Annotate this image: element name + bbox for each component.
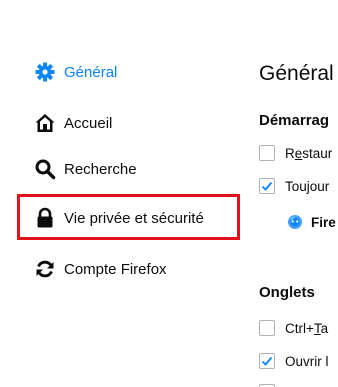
firefox-default-label: Fire — [311, 214, 336, 230]
restore-session-checkbox[interactable]: Restaur — [259, 143, 332, 163]
sidebar-item-label: Accueil — [64, 114, 113, 132]
checkbox-checked[interactable] — [259, 353, 275, 369]
sync-icon — [34, 258, 56, 280]
sidebar-item-label: Compte Firefox — [64, 260, 167, 278]
sidebar-item-general[interactable]: Général — [34, 60, 117, 84]
default-browser-label: Toujour — [285, 178, 330, 194]
gear-icon — [34, 61, 56, 83]
preferences-main: Général Démarrag Restaur Toujour Fire On… — [259, 0, 338, 387]
search-icon — [34, 158, 56, 180]
firefox-default-status: Fire — [287, 214, 336, 230]
sidebar-item-search[interactable]: Recherche — [34, 157, 137, 181]
ctrl-tab-checkbox[interactable]: Ctrl+Ta — [259, 318, 328, 338]
checkmark-icon — [261, 356, 273, 366]
default-browser-checkbox[interactable]: Toujour — [259, 176, 329, 196]
checkmark-icon — [261, 181, 273, 191]
open-links-label: Ouvrir l — [285, 353, 329, 369]
open-links-checkbox[interactable]: Ouvrir l — [259, 351, 329, 371]
checkbox[interactable] — [259, 145, 275, 161]
sidebar-item-label: Recherche — [64, 160, 137, 178]
startup-heading: Démarrag — [259, 112, 330, 129]
checkbox[interactable] — [259, 320, 275, 336]
sidebar-item-firefox-account[interactable]: Compte Firefox — [34, 257, 167, 281]
restore-session-label: Restaur — [285, 145, 333, 161]
home-icon — [34, 112, 56, 134]
preferences-page: Général Accueil Recherche Vie privée et … — [0, 0, 338, 387]
preferences-sidebar: Général Accueil Recherche Vie privée et … — [0, 0, 250, 387]
page-title: Général — [259, 62, 334, 85]
lock-icon — [34, 207, 56, 229]
sidebar-item-label: Vie privée et sécurité — [64, 209, 204, 227]
firefox-logo-icon — [287, 214, 303, 230]
checkbox-checked[interactable] — [259, 178, 275, 194]
sidebar-item-home[interactable]: Accueil — [34, 111, 112, 135]
sidebar-item-label: Général — [64, 63, 118, 81]
ctrl-tab-label: Ctrl+Ta — [285, 320, 329, 336]
tabs-heading: Onglets — [259, 284, 315, 301]
sidebar-item-privacy[interactable]: Vie privée et sécurité — [34, 206, 204, 230]
